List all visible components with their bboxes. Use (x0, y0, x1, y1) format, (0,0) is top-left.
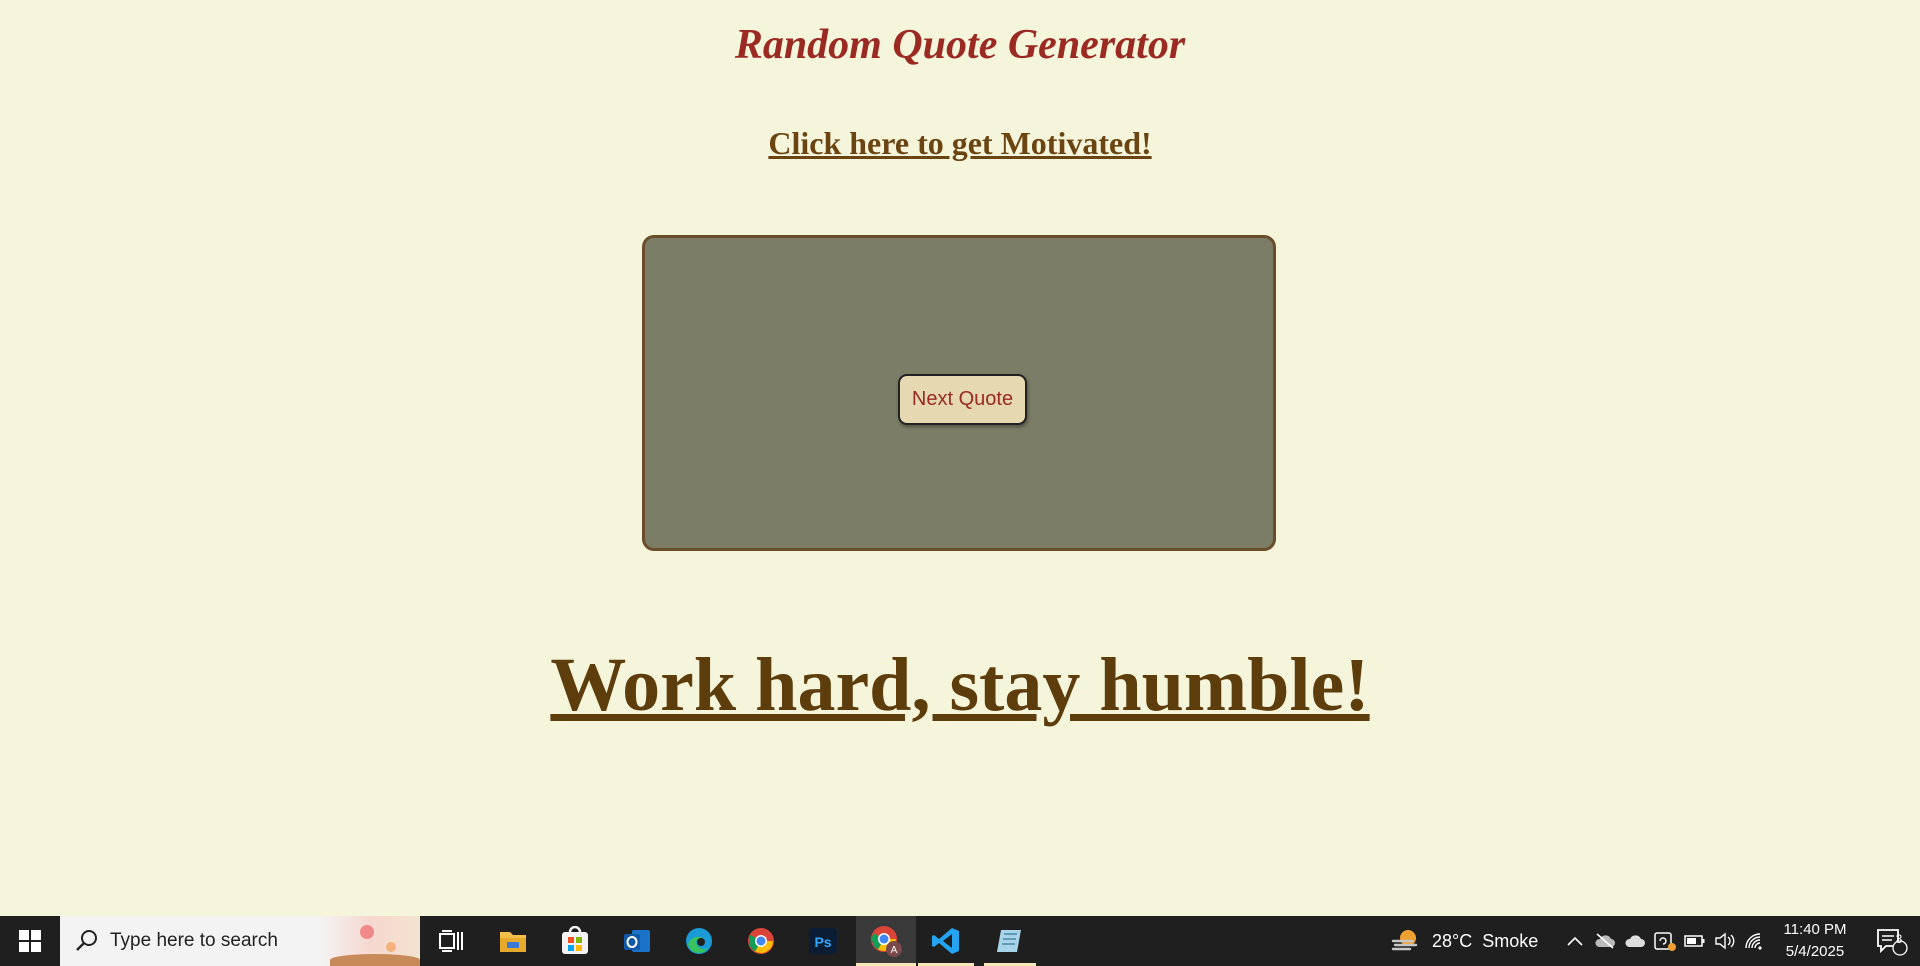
cloud-off-icon (1595, 933, 1615, 949)
battery-icon (1684, 935, 1705, 947)
chrome-button[interactable] (730, 916, 792, 966)
outlook-icon (624, 930, 650, 952)
motivate-link-row: Click here to get Motivated! (0, 120, 1920, 166)
notepad-icon (997, 930, 1021, 952)
clock[interactable]: 11:40 PM 5/4/2025 (1770, 916, 1860, 966)
chevron-up-icon (1567, 936, 1583, 946)
vscode-icon (932, 928, 959, 954)
wifi-icon (1745, 933, 1762, 950)
edge-icon (686, 928, 712, 954)
next-quote-button[interactable]: Next Quote (898, 374, 1027, 425)
photoshop-button[interactable]: Ps (792, 916, 854, 966)
clock-date: 5/4/2025 (1785, 943, 1845, 960)
motivate-link[interactable]: Click here to get Motivated! (768, 125, 1151, 161)
chrome-profile-icon: A (871, 926, 902, 957)
page-title: Random Quote Generator (734, 22, 1186, 68)
taskbar: Type here to search Ps A 28°C Smoke 11:4… (0, 916, 1920, 966)
search-highlight-illustration (320, 916, 420, 966)
update-alert-icon (1654, 932, 1676, 951)
file-explorer-button[interactable] (482, 916, 544, 966)
clock-time: 11:40 PM (1783, 921, 1847, 938)
onedrive-tray[interactable] (1620, 916, 1650, 966)
edge-button[interactable] (668, 916, 730, 966)
notification-count: 3 (1895, 932, 1903, 946)
notepad-button[interactable] (984, 916, 1036, 966)
quote-page: Random Quote Generator Click here to get… (0, 0, 1920, 916)
photoshop-icon: Ps (809, 928, 837, 954)
wifi-tray[interactable] (1740, 916, 1770, 966)
show-hidden-icons-button[interactable] (1560, 916, 1590, 966)
weather-widget[interactable]: 28°C Smoke (1390, 916, 1540, 966)
search-icon (76, 930, 97, 951)
task-view-icon (439, 930, 463, 952)
microsoft-store-button[interactable] (544, 916, 606, 966)
start-button[interactable] (0, 916, 60, 966)
volume-icon (1715, 932, 1735, 950)
weather-condition: Smoke (1482, 930, 1539, 951)
update-tray[interactable] (1650, 916, 1680, 966)
svg-text:Ps: Ps (814, 934, 831, 950)
svg-text:A: A (891, 945, 898, 956)
weather-smoke-icon (1391, 930, 1418, 951)
onedrive-off-tray[interactable] (1590, 916, 1620, 966)
battery-tray[interactable] (1680, 916, 1710, 966)
chrome-profile-button[interactable]: A (856, 916, 916, 966)
volume-tray[interactable] (1710, 916, 1740, 966)
task-view-button[interactable] (420, 916, 482, 966)
quote-text: Work hard, stay humble! (550, 643, 1370, 727)
outlook-button[interactable] (606, 916, 668, 966)
chrome-icon (748, 928, 774, 954)
file-explorer-icon (500, 932, 526, 952)
microsoft-store-icon (562, 926, 588, 954)
taskbar-search-box[interactable]: Type here to search (60, 916, 420, 966)
quote-box: Next Quote (642, 235, 1276, 551)
cloud-icon (1625, 935, 1645, 947)
notification-center-button[interactable]: 3 (1862, 916, 1920, 966)
windows-logo-icon (19, 930, 41, 952)
weather-temp: 28°C (1432, 930, 1473, 951)
search-placeholder: Type here to search (110, 930, 278, 951)
vscode-button[interactable] (918, 916, 974, 966)
